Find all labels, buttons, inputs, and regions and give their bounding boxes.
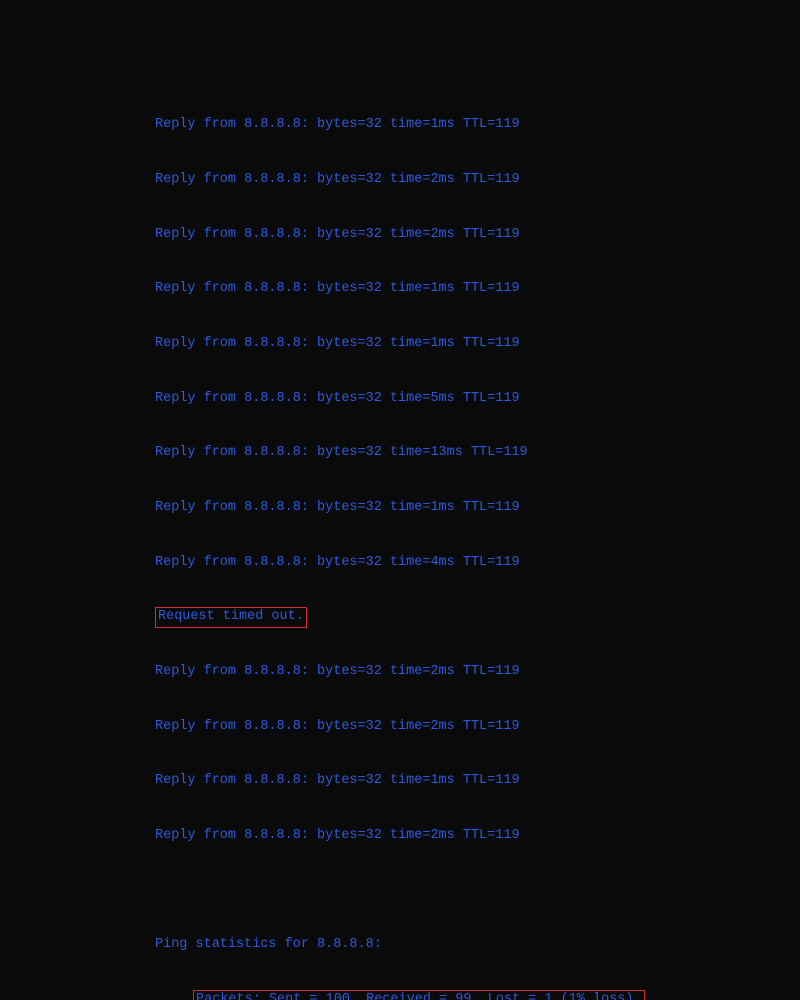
ping-reply-line: Reply from 8.8.8.8: bytes=32 time=2ms TT… xyxy=(155,226,690,244)
ping-reply-line: Reply from 8.8.8.8: bytes=32 time=1ms TT… xyxy=(155,116,690,134)
packets-summary-line: Packets: Sent = 100, Received = 99, Lost… xyxy=(155,991,690,1000)
ping-reply-line: Reply from 8.8.8.8: bytes=32 time=5ms TT… xyxy=(155,390,690,408)
blank-line xyxy=(155,882,690,900)
ping-reply-line: Reply from 8.8.8.8: bytes=32 time=2ms TT… xyxy=(155,827,690,845)
packets-highlight: Packets: Sent = 100, Received = 99, Lost… xyxy=(193,990,645,1000)
ping-reply-line: Reply from 8.8.8.8: bytes=32 time=1ms TT… xyxy=(155,772,690,790)
ping-reply-line: Reply from 8.8.8.8: bytes=32 time=1ms TT… xyxy=(155,280,690,298)
ping-reply-line: Reply from 8.8.8.8: bytes=32 time=4ms TT… xyxy=(155,554,690,572)
terminal-output: Reply from 8.8.8.8: bytes=32 time=1ms TT… xyxy=(155,80,690,1000)
ping-reply-line: Reply from 8.8.8.8: bytes=32 time=2ms TT… xyxy=(155,171,690,189)
ping-reply-line: Reply from 8.8.8.8: bytes=32 time=2ms TT… xyxy=(155,718,690,736)
ping-reply-line: Reply from 8.8.8.8: bytes=32 time=1ms TT… xyxy=(155,499,690,517)
ping-reply-line: Reply from 8.8.8.8: bytes=32 time=13ms T… xyxy=(155,444,690,462)
ping-reply-line: Reply from 8.8.8.8: bytes=32 time=2ms TT… xyxy=(155,663,690,681)
request-timed-out-line: Request timed out. xyxy=(155,608,690,626)
ping-statistics-header: Ping statistics for 8.8.8.8: xyxy=(155,936,690,954)
timeout-highlight: Request timed out. xyxy=(155,607,307,627)
ping-reply-line: Reply from 8.8.8.8: bytes=32 time=1ms TT… xyxy=(155,335,690,353)
